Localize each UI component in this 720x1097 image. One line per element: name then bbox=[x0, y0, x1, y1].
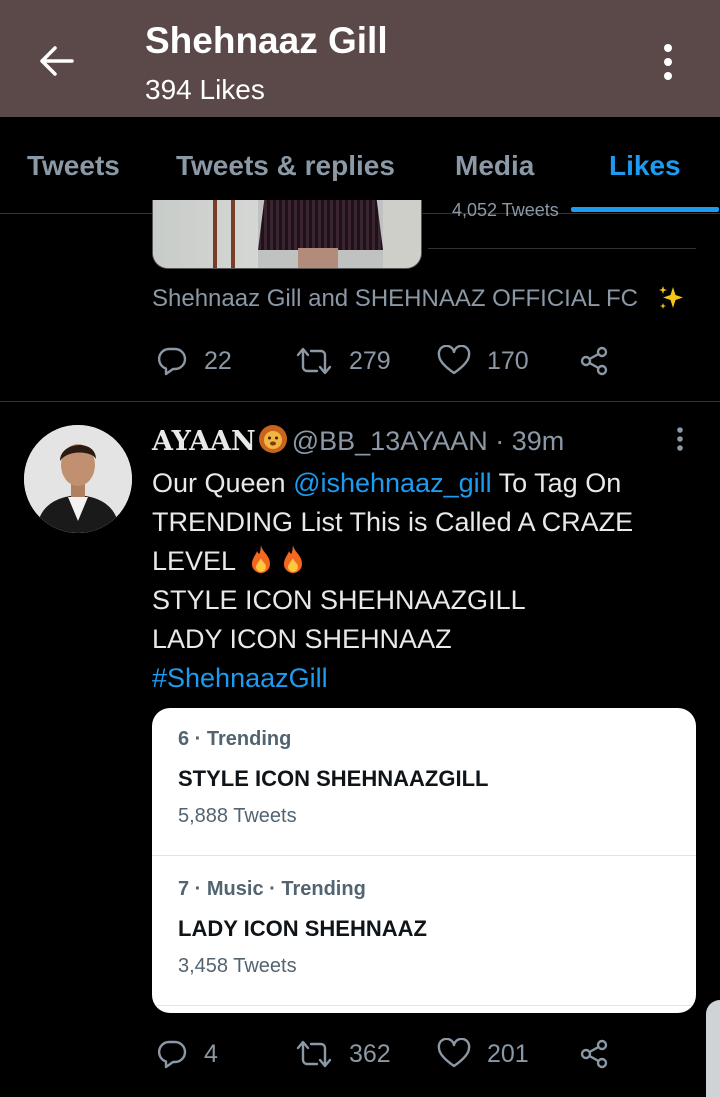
trends-card: 6 · Trending STYLE ICON SHEHNAAZGILL 5,8… bbox=[152, 708, 696, 1013]
tweet-timestamp: · 39m bbox=[495, 426, 565, 456]
tweet-line: Our Queen @ishehnaaz_gill To Tag On bbox=[152, 464, 692, 503]
share-button[interactable] bbox=[578, 341, 610, 381]
reply-count: 22 bbox=[204, 346, 232, 375]
heart-icon bbox=[437, 1038, 471, 1068]
divider bbox=[152, 1005, 696, 1006]
like-button[interactable]: 170 bbox=[437, 341, 529, 381]
lion-emoji-icon bbox=[258, 425, 287, 453]
heart-icon bbox=[437, 345, 471, 375]
tweet-text-segment: Our Queen bbox=[152, 468, 294, 498]
more-vertical-icon[interactable] bbox=[658, 42, 678, 82]
trend-tweet-count: 3,458 Tweets bbox=[178, 955, 297, 977]
tweet-line: LADY ICON SHEHNAAZ bbox=[152, 624, 452, 654]
retweet-count: 362 bbox=[349, 1039, 391, 1068]
tweet-text-segment: LEVEL bbox=[152, 546, 236, 576]
image-detail bbox=[258, 200, 383, 250]
fire-emoji-icon bbox=[251, 545, 270, 573]
hashtag-link[interactable]: #ShehnaazGill bbox=[152, 659, 692, 698]
tab-tweets[interactable]: Tweets bbox=[27, 150, 120, 182]
retweet-button[interactable]: 279 bbox=[295, 341, 391, 381]
scrollbar-thumb[interactable] bbox=[706, 1000, 720, 1097]
image-detail bbox=[383, 200, 421, 268]
reply-icon bbox=[157, 1040, 187, 1069]
tab-likes[interactable]: Likes bbox=[609, 150, 681, 182]
tab-tweets-replies[interactable]: Tweets & replies bbox=[176, 150, 395, 182]
divider bbox=[428, 248, 696, 249]
author-name[interactable]: AYAAN bbox=[152, 426, 256, 457]
tweet-actions: 22 279 170 bbox=[152, 341, 632, 381]
active-tab-indicator bbox=[571, 207, 719, 212]
profile-title: Shehnaaz Gill bbox=[145, 20, 388, 61]
top-app-bar: Shehnaaz Gill 394 Likes bbox=[0, 0, 720, 117]
trend-tweet-count: 4,052 Tweets bbox=[452, 200, 559, 220]
media-image[interactable] bbox=[152, 200, 422, 269]
like-count: 201 bbox=[487, 1039, 529, 1068]
more-vertical-icon[interactable] bbox=[670, 426, 690, 456]
tweet-text: Our Queen @ishehnaaz_gill To Tag On TREN… bbox=[152, 464, 692, 698]
retweet-count: 279 bbox=[349, 346, 391, 375]
reply-button[interactable]: 22 bbox=[156, 341, 232, 381]
reply-count: 4 bbox=[204, 1039, 218, 1068]
sparkles-emoji-icon bbox=[659, 286, 683, 309]
likes-count: 394 Likes bbox=[145, 74, 265, 105]
tweet-separator bbox=[0, 401, 720, 402]
tweet-header: AYAAN @BB_13AYAAN · 39m bbox=[152, 424, 564, 457]
divider bbox=[152, 855, 696, 856]
retweet-icon bbox=[296, 1040, 332, 1068]
share-icon bbox=[580, 346, 608, 376]
tweet-line: TRENDING List This is Called A CRAZE bbox=[152, 507, 634, 537]
share-icon bbox=[580, 1039, 608, 1069]
share-button[interactable] bbox=[578, 1034, 610, 1074]
tweet-line: STYLE ICON SHEHNAAZGILL bbox=[152, 585, 526, 615]
fire-emoji-icon bbox=[283, 545, 302, 573]
like-count: 170 bbox=[487, 346, 529, 375]
tweet-actions: 4 362 201 bbox=[152, 1034, 632, 1074]
trend-name: STYLE ICON SHEHNAAZGILL bbox=[178, 766, 489, 791]
trend-name: LADY ICON SHEHNAAZ bbox=[178, 916, 427, 941]
trend-tweet-count: 5,888 Tweets bbox=[178, 805, 297, 827]
image-detail bbox=[231, 200, 235, 268]
mention-link[interactable]: @ishehnaaz_gill bbox=[293, 468, 492, 498]
social-context-text: Shehnaaz Gill and SHEHNAAZ OFFICIAL FC bbox=[152, 285, 638, 312]
avatar-photo bbox=[24, 425, 132, 533]
retweet-button[interactable]: 362 bbox=[295, 1034, 391, 1074]
tweet-line: LEVEL bbox=[152, 542, 692, 581]
like-button[interactable]: 201 bbox=[437, 1034, 529, 1074]
tweet-text-segment: To Tag On bbox=[491, 468, 622, 498]
back-arrow-icon[interactable] bbox=[36, 40, 78, 82]
tab-media[interactable]: Media bbox=[455, 150, 534, 182]
image-background bbox=[153, 200, 258, 268]
trend-item[interactable]: 6 · Trending STYLE ICON SHEHNAAZGILL 5,8… bbox=[152, 708, 696, 858]
author-handle[interactable]: @BB_13AYAAN bbox=[292, 426, 488, 456]
reply-icon bbox=[157, 347, 187, 376]
image-detail bbox=[298, 248, 338, 268]
image-detail bbox=[213, 200, 217, 268]
trend-item[interactable]: 7 · Music · Trending LADY ICON SHEHNAAZ … bbox=[152, 858, 696, 1008]
reply-button[interactable]: 4 bbox=[156, 1034, 218, 1074]
avatar[interactable] bbox=[24, 425, 132, 533]
trend-context: 6 · Trending bbox=[178, 728, 292, 750]
retweet-icon bbox=[296, 347, 332, 375]
trend-context: 7 · Music · Trending bbox=[178, 878, 366, 900]
